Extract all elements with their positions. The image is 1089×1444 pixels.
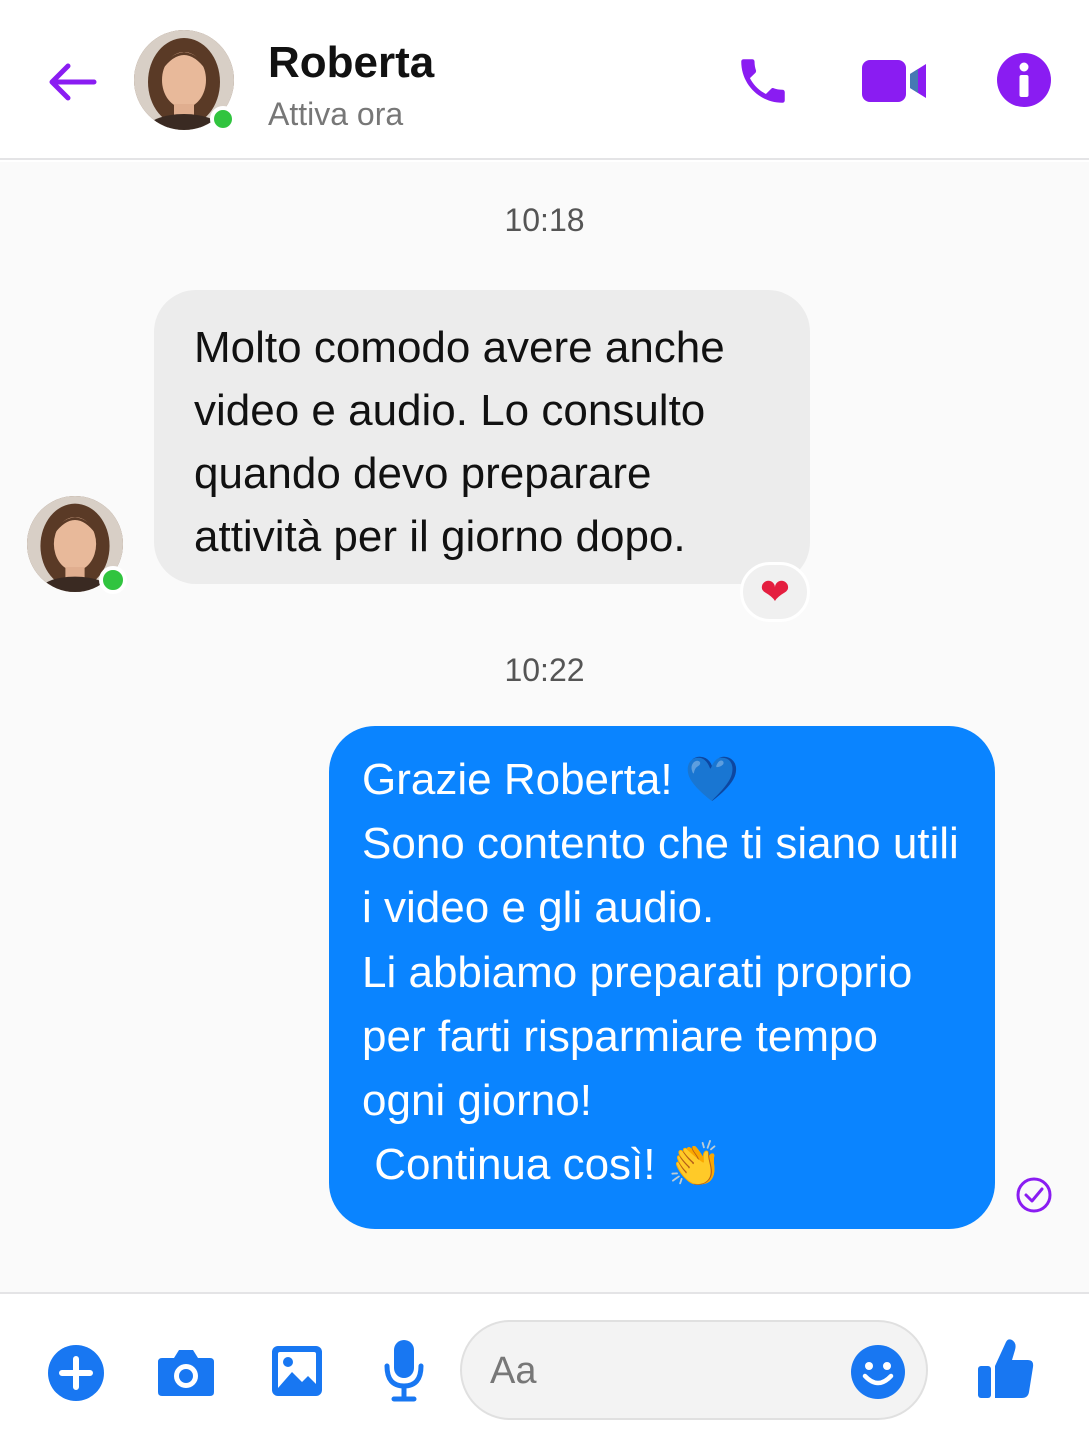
audio-call-button[interactable] <box>734 52 792 110</box>
incoming-message-bubble[interactable]: Molto comodo avere anche video e audio. … <box>154 290 810 584</box>
message-line: quando devo preparare <box>194 449 652 498</box>
chat-header: Roberta Attiva ora <box>0 0 1089 160</box>
message-line: Grazie Roberta! 💙 <box>362 755 740 804</box>
message-timestamp: 10:22 <box>504 652 585 688</box>
outgoing-message-bubble[interactable]: Grazie Roberta! 💙 Sono contento che ti s… <box>329 726 995 1229</box>
sender-avatar[interactable] <box>27 496 127 594</box>
online-indicator <box>210 106 236 132</box>
message-line: Li abbiamo preparati proprio <box>362 947 913 997</box>
gallery-button[interactable] <box>270 1344 324 1398</box>
smiley-icon <box>851 1345 905 1399</box>
back-arrow-icon <box>49 63 97 101</box>
message-composer: Aa <box>0 1292 1089 1444</box>
message-line: per farti risparmiare tempo <box>362 1011 878 1061</box>
message-input-placeholder: Aa <box>490 1350 537 1392</box>
like-button[interactable] <box>976 1336 1036 1402</box>
message-line: Continua così! 👏 <box>362 1140 723 1190</box>
info-button[interactable] <box>996 52 1052 108</box>
info-icon <box>997 53 1051 107</box>
emoji-button[interactable] <box>850 1344 906 1400</box>
phone-icon <box>741 59 785 103</box>
more-actions-button[interactable] <box>47 1344 105 1402</box>
thumbs-up-icon <box>978 1339 1034 1398</box>
heart-reaction-badge[interactable]: ❤ <box>740 562 810 622</box>
contact-name[interactable]: Roberta <box>268 38 434 88</box>
contact-avatar-button[interactable] <box>134 30 236 132</box>
video-camera-icon <box>862 60 926 102</box>
message-line: attività per il giorno dopo. <box>194 512 686 561</box>
message-line: i video e gli audio. <box>362 883 715 933</box>
voice-message-button[interactable] <box>384 1338 424 1402</box>
camera-icon <box>158 1350 214 1396</box>
heart-icon: ❤ <box>759 571 791 613</box>
message-timestamp: 10:18 <box>504 202 585 238</box>
message-line: Sono contento che ti siano utili <box>362 819 959 869</box>
camera-button[interactable] <box>156 1346 216 1398</box>
contact-status: Attiva ora <box>268 96 404 132</box>
plus-icon <box>48 1345 104 1401</box>
microphone-icon <box>384 1340 424 1402</box>
message-line: Molto comodo avere anche <box>194 323 725 372</box>
video-call-button[interactable] <box>860 56 928 106</box>
message-line: video e audio. Lo consulto <box>194 386 706 435</box>
message-thread[interactable]: 10:18 Molto comodo avere anche video e a… <box>0 162 1089 1292</box>
seen-check-icon <box>1016 1177 1052 1213</box>
image-icon <box>272 1346 322 1396</box>
online-indicator <box>99 566 127 594</box>
back-button[interactable] <box>44 54 100 110</box>
message-line: ogni giorno! <box>362 1076 592 1126</box>
message-input[interactable]: Aa <box>460 1320 928 1420</box>
